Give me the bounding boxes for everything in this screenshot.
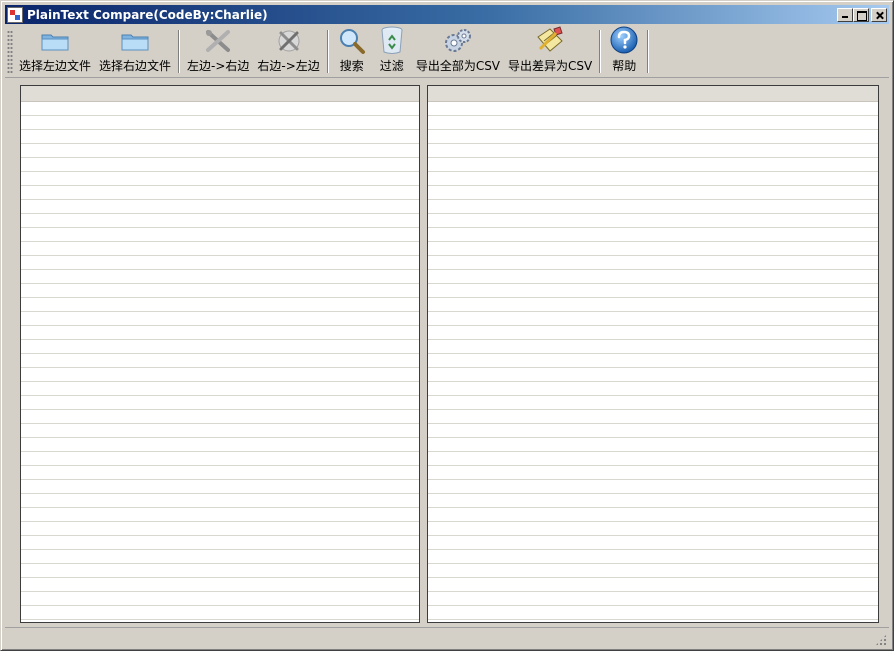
resize-grip[interactable] xyxy=(875,634,887,646)
toolbar: 选择左边文件 选择右边文件 左边->右边 右边->左边 搜索 过滤 导出全部为C… xyxy=(5,26,889,78)
left-to-right-label: 左边->右边 xyxy=(187,59,250,73)
right-to-left-button[interactable]: 右边->左边 xyxy=(253,26,323,78)
title-bar[interactable]: PlainText Compare(CodeBy:Charlie) xyxy=(5,5,889,24)
window-controls xyxy=(837,7,887,22)
select-left-file-button[interactable]: 选择左边文件 xyxy=(15,26,95,78)
help-button[interactable]: 帮助 xyxy=(604,26,644,78)
status-bar xyxy=(5,627,889,648)
window-title: PlainText Compare(CodeBy:Charlie) xyxy=(27,7,268,22)
tools-icon xyxy=(202,26,234,55)
right-text-pane[interactable] xyxy=(427,85,879,623)
toolbar-grip[interactable] xyxy=(7,30,13,73)
toolbar-separator xyxy=(178,30,181,73)
recycle-bin-icon xyxy=(376,25,408,55)
maximize-button[interactable] xyxy=(853,7,869,22)
select-right-file-label: 选择右边文件 xyxy=(99,59,172,73)
filter-label: 过滤 xyxy=(379,59,404,73)
filter-button[interactable]: 过滤 xyxy=(372,26,412,78)
pencil-notepad-icon xyxy=(534,25,566,55)
minimize-button[interactable] xyxy=(837,7,853,22)
toolbar-separator xyxy=(647,30,650,73)
toolbar-separator xyxy=(326,30,329,73)
search-label: 搜索 xyxy=(339,59,364,73)
gears-icon xyxy=(442,26,474,55)
left-text-pane[interactable] xyxy=(20,85,420,623)
export-all-csv-label: 导出全部为CSV xyxy=(415,59,501,73)
toolbar-separator xyxy=(599,30,602,73)
magnifier-icon xyxy=(336,26,368,55)
right-pane-header[interactable] xyxy=(428,86,878,102)
select-left-file-label: 选择左边文件 xyxy=(19,59,92,73)
help-label: 帮助 xyxy=(612,59,637,73)
close-button[interactable] xyxy=(871,7,887,22)
folder-open-icon xyxy=(119,26,151,55)
tools-icon xyxy=(273,26,305,55)
app-window: PlainText Compare(CodeBy:Charlie) 选择左边文件 xyxy=(0,0,894,651)
left-pane-header[interactable] xyxy=(21,86,419,102)
app-icon[interactable] xyxy=(7,6,23,23)
export-all-csv-button[interactable]: 导出全部为CSV xyxy=(412,26,504,78)
help-globe-icon xyxy=(608,25,640,55)
select-right-file-button[interactable]: 选择右边文件 xyxy=(95,26,175,78)
export-diff-csv-label: 导出差异为CSV xyxy=(508,59,593,73)
right-to-left-label: 右边->左边 xyxy=(257,59,320,73)
left-to-right-button[interactable]: 左边->右边 xyxy=(183,26,253,78)
export-diff-csv-button[interactable]: 导出差异为CSV xyxy=(504,26,596,78)
search-button[interactable]: 搜索 xyxy=(332,26,372,78)
folder-open-icon xyxy=(39,26,71,55)
